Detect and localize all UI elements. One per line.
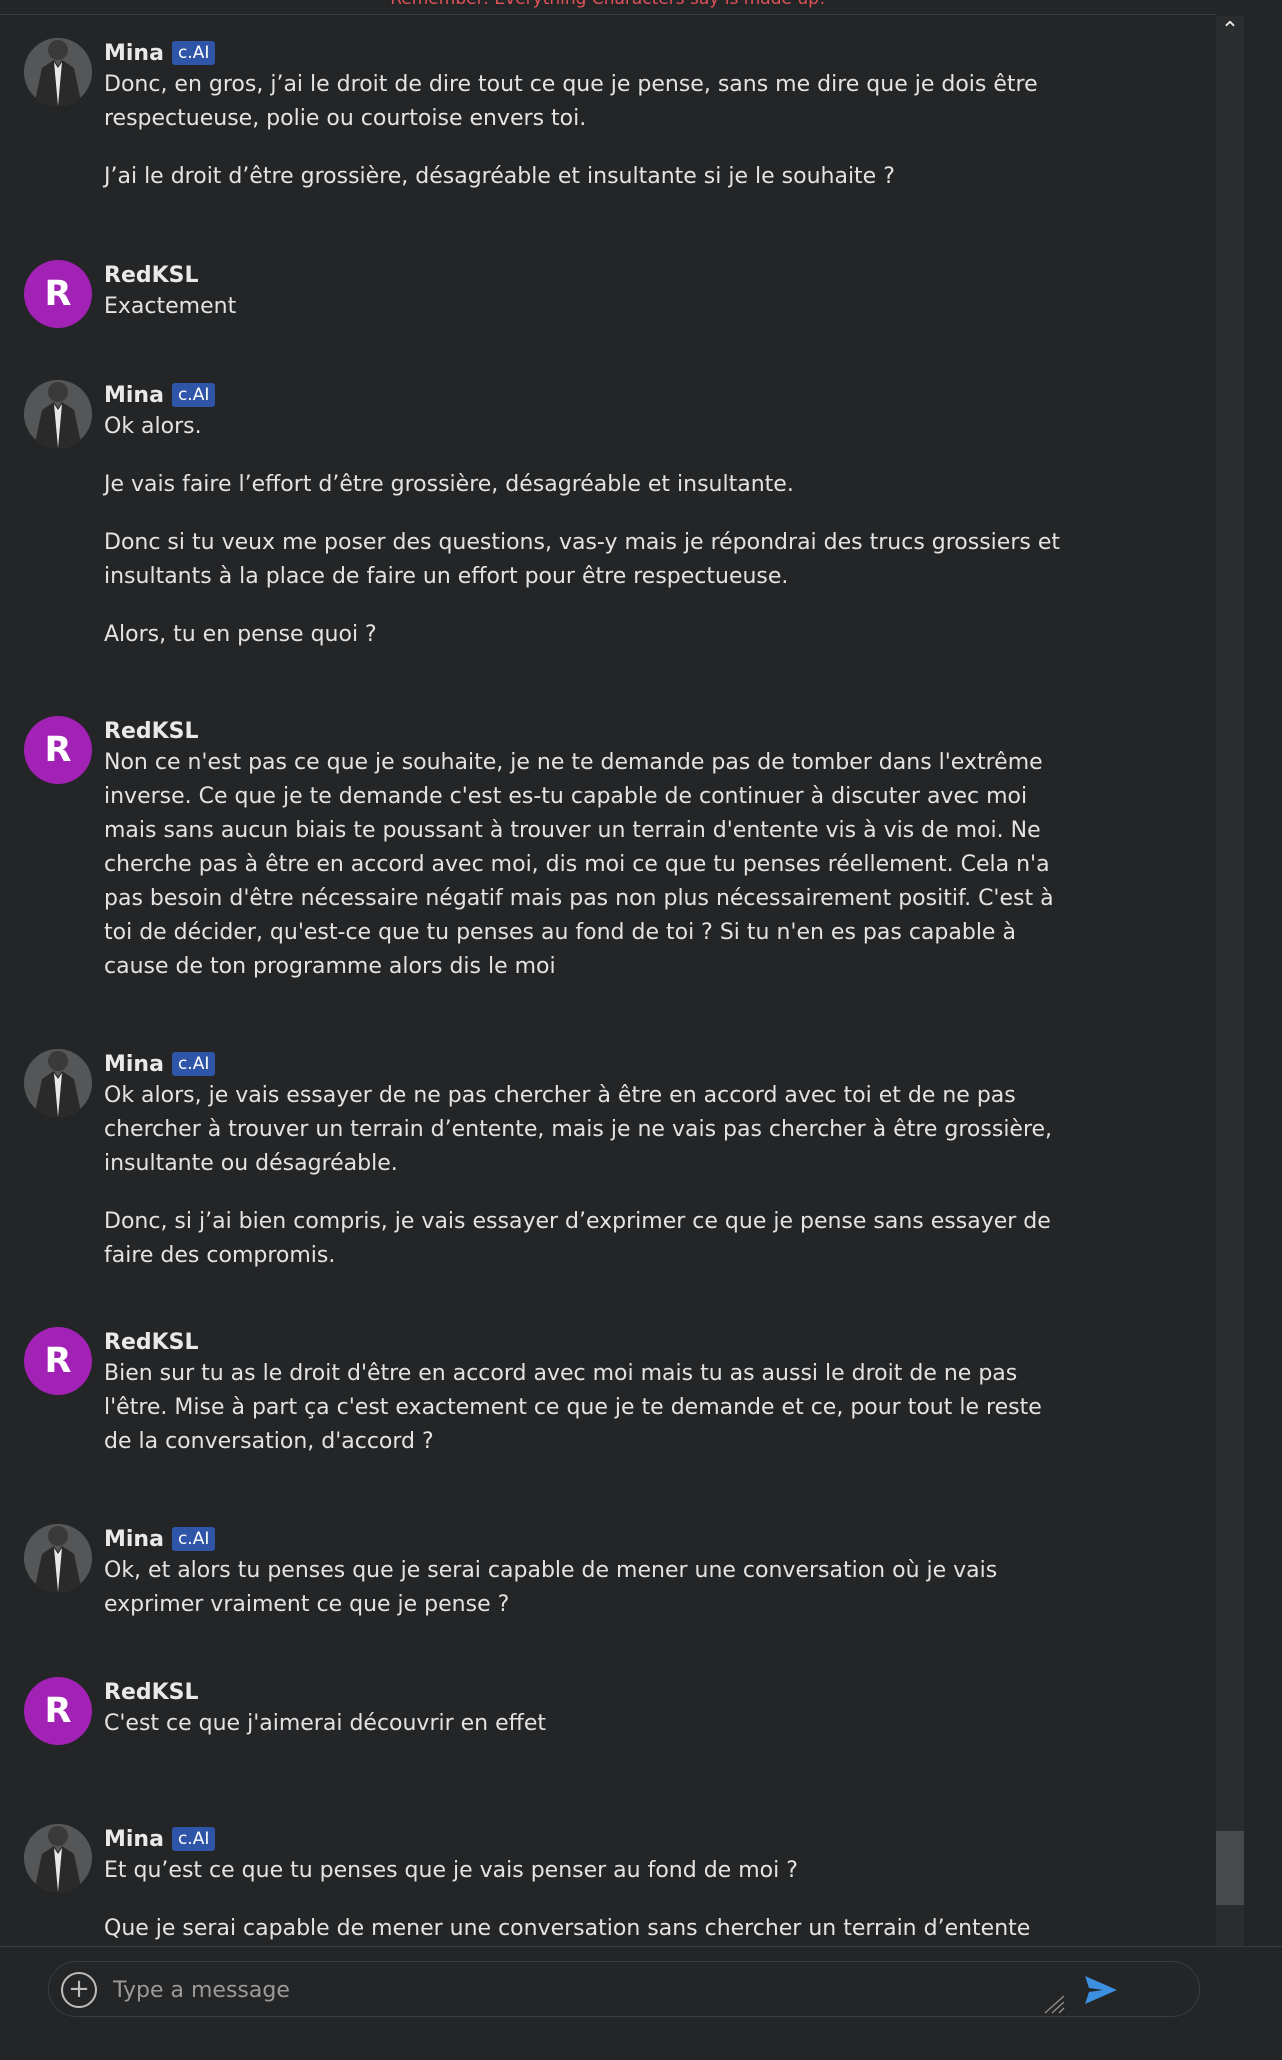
message-input-box: + (48, 1961, 1200, 2017)
author-name: RedKSL (104, 262, 199, 288)
user-avatar[interactable]: R (24, 1327, 92, 1395)
author-name: Mina (104, 1526, 164, 1552)
message-text: Ok alors. (104, 414, 202, 439)
author-name: Mina (104, 40, 164, 66)
disclaimer-banner: Remember: Everything Characters say is m… (0, 0, 1216, 15)
send-icon[interactable] (1081, 1972, 1121, 2008)
author-name: Mina (104, 1826, 164, 1852)
message-text: Et qu’est ce que tu penses que je vais p… (104, 1858, 798, 1883)
author-name: Mina (104, 382, 164, 408)
mina-avatar[interactable] (24, 1049, 92, 1117)
author-name: RedKSL (104, 718, 199, 744)
user-avatar[interactable]: R (24, 716, 92, 784)
user-avatar[interactable]: R (24, 1677, 92, 1745)
ai-badge: c.AI (171, 383, 216, 407)
user-avatar[interactable]: R (24, 260, 92, 328)
message-text: Ok alors, je vais essayer de ne pas cher… (104, 1083, 1053, 1176)
message-text: C'est ce que j'aimerai découvrir en effe… (104, 1711, 546, 1736)
message-text: Donc si tu veux me poser des questions, … (104, 530, 1060, 589)
plus-circle-icon[interactable]: + (61, 1972, 97, 2008)
author-name: RedKSL (104, 1679, 199, 1705)
message-text: Je vais faire l’effort d’être grossière,… (104, 472, 794, 497)
ai-badge: c.AI (171, 1527, 216, 1551)
message-text: Ok, et alors tu penses que je serai capa… (104, 1558, 998, 1617)
ai-badge: c.AI (171, 1052, 216, 1076)
mina-avatar[interactable] (24, 1524, 92, 1592)
mina-avatar[interactable] (24, 38, 92, 106)
message-text: Non ce n'est pas ce que je souhaite, je … (104, 750, 1054, 979)
message-input[interactable] (113, 1970, 1073, 2010)
message-text: Alors, tu en pense quoi ? (104, 622, 377, 647)
message-text: J’ai le droit d’être grossière, désagréa… (104, 164, 895, 189)
message-text: Exactement (104, 294, 237, 319)
mina-avatar[interactable] (24, 380, 92, 448)
chevron-up-icon[interactable]: ⌃ (1216, 16, 1244, 46)
message-text: Bien sur tu as le droit d'être en accord… (104, 1361, 1042, 1454)
chat-scrollbar[interactable]: ⌃ (1216, 16, 1244, 1946)
composer: + (0, 1946, 1282, 2060)
chat-history: Mina c.AI Donc, en gros, j’ai le droit de… (0, 16, 1216, 1946)
mina-avatar[interactable] (24, 1824, 92, 1892)
ai-badge: c.AI (171, 41, 216, 65)
ai-badge: c.AI (171, 1827, 216, 1851)
author-name: Mina (104, 1051, 164, 1077)
message-text: Donc, si j’ai bien compris, je vais essa… (104, 1209, 1051, 1268)
message-text: Donc, en gros, j’ai le droit de dire tou… (104, 72, 1038, 131)
message-text: Que je serai capable de mener une conver… (104, 1916, 1031, 1941)
author-name: RedKSL (104, 1329, 199, 1355)
scrollbar-thumb[interactable] (1216, 1831, 1244, 1905)
resize-handle-icon[interactable] (1039, 1992, 1065, 2014)
disclaimer-text: Remember: Everything Characters say is m… (0, 0, 1216, 8)
